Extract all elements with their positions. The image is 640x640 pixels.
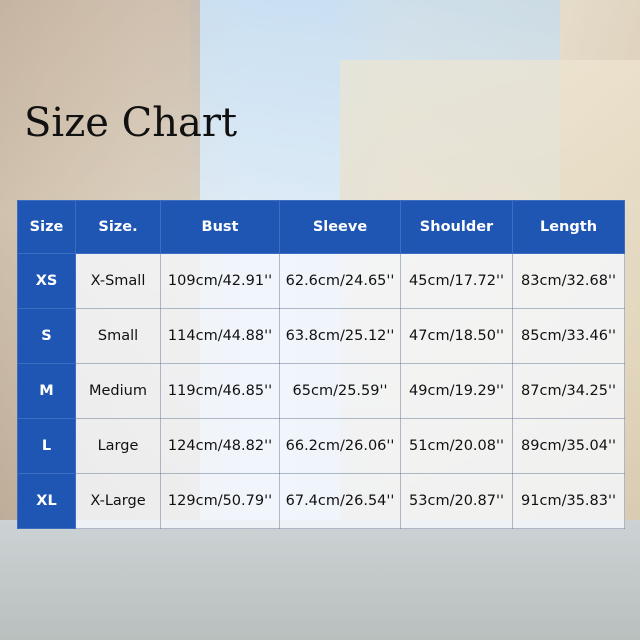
size-name-cell: Medium [75, 363, 161, 419]
page-title: Size Chart [24, 100, 238, 146]
table-row: XL X-Large 129cm/50.79'' 67.4cm/26.54'' … [17, 473, 625, 529]
header-bust: Bust [160, 200, 280, 254]
size-name-cell: X-Small [75, 253, 161, 309]
size-code-cell: M [17, 363, 76, 419]
sleeve-cell: 62.6cm/24.65'' [279, 253, 401, 309]
header-shoulder: Shoulder [400, 200, 513, 254]
size-name-cell: Small [75, 308, 161, 364]
sleeve-cell: 65cm/25.59'' [279, 363, 401, 419]
length-cell: 85cm/33.46'' [512, 308, 625, 364]
table-header-row: Size Size. Bust Sleeve Shoulder Length [17, 200, 625, 254]
bust-cell: 119cm/46.85'' [160, 363, 280, 419]
shoulder-cell: 51cm/20.08'' [400, 418, 513, 474]
length-cell: 91cm/35.83'' [512, 473, 625, 529]
shoulder-cell: 45cm/17.72'' [400, 253, 513, 309]
shoulder-cell: 49cm/19.29'' [400, 363, 513, 419]
header-size-code: Size [17, 200, 76, 254]
header-length: Length [512, 200, 625, 254]
table-row: L Large 124cm/48.82'' 66.2cm/26.06'' 51c… [17, 418, 625, 474]
table-row: S Small 114cm/44.88'' 63.8cm/25.12'' 47c… [17, 308, 625, 364]
bust-cell: 124cm/48.82'' [160, 418, 280, 474]
size-code-cell: XL [17, 473, 76, 529]
length-cell: 89cm/35.04'' [512, 418, 625, 474]
sleeve-cell: 66.2cm/26.06'' [279, 418, 401, 474]
length-cell: 83cm/32.68'' [512, 253, 625, 309]
size-code-cell: XS [17, 253, 76, 309]
bust-cell: 109cm/42.91'' [160, 253, 280, 309]
bust-cell: 129cm/50.79'' [160, 473, 280, 529]
table-row: M Medium 119cm/46.85'' 65cm/25.59'' 49cm… [17, 363, 625, 419]
header-size-name: Size. [75, 200, 161, 254]
shoulder-cell: 53cm/20.87'' [400, 473, 513, 529]
size-name-cell: Large [75, 418, 161, 474]
table-row: XS X-Small 109cm/42.91'' 62.6cm/24.65'' … [17, 253, 625, 309]
bust-cell: 114cm/44.88'' [160, 308, 280, 364]
length-cell: 87cm/34.25'' [512, 363, 625, 419]
size-chart-table: Size Size. Bust Sleeve Shoulder Length X… [17, 200, 625, 529]
size-code-cell: L [17, 418, 76, 474]
shoulder-cell: 47cm/18.50'' [400, 308, 513, 364]
sleeve-cell: 63.8cm/25.12'' [279, 308, 401, 364]
sleeve-cell: 67.4cm/26.54'' [279, 473, 401, 529]
size-name-cell: X-Large [75, 473, 161, 529]
header-sleeve: Sleeve [279, 200, 401, 254]
size-code-cell: S [17, 308, 76, 364]
